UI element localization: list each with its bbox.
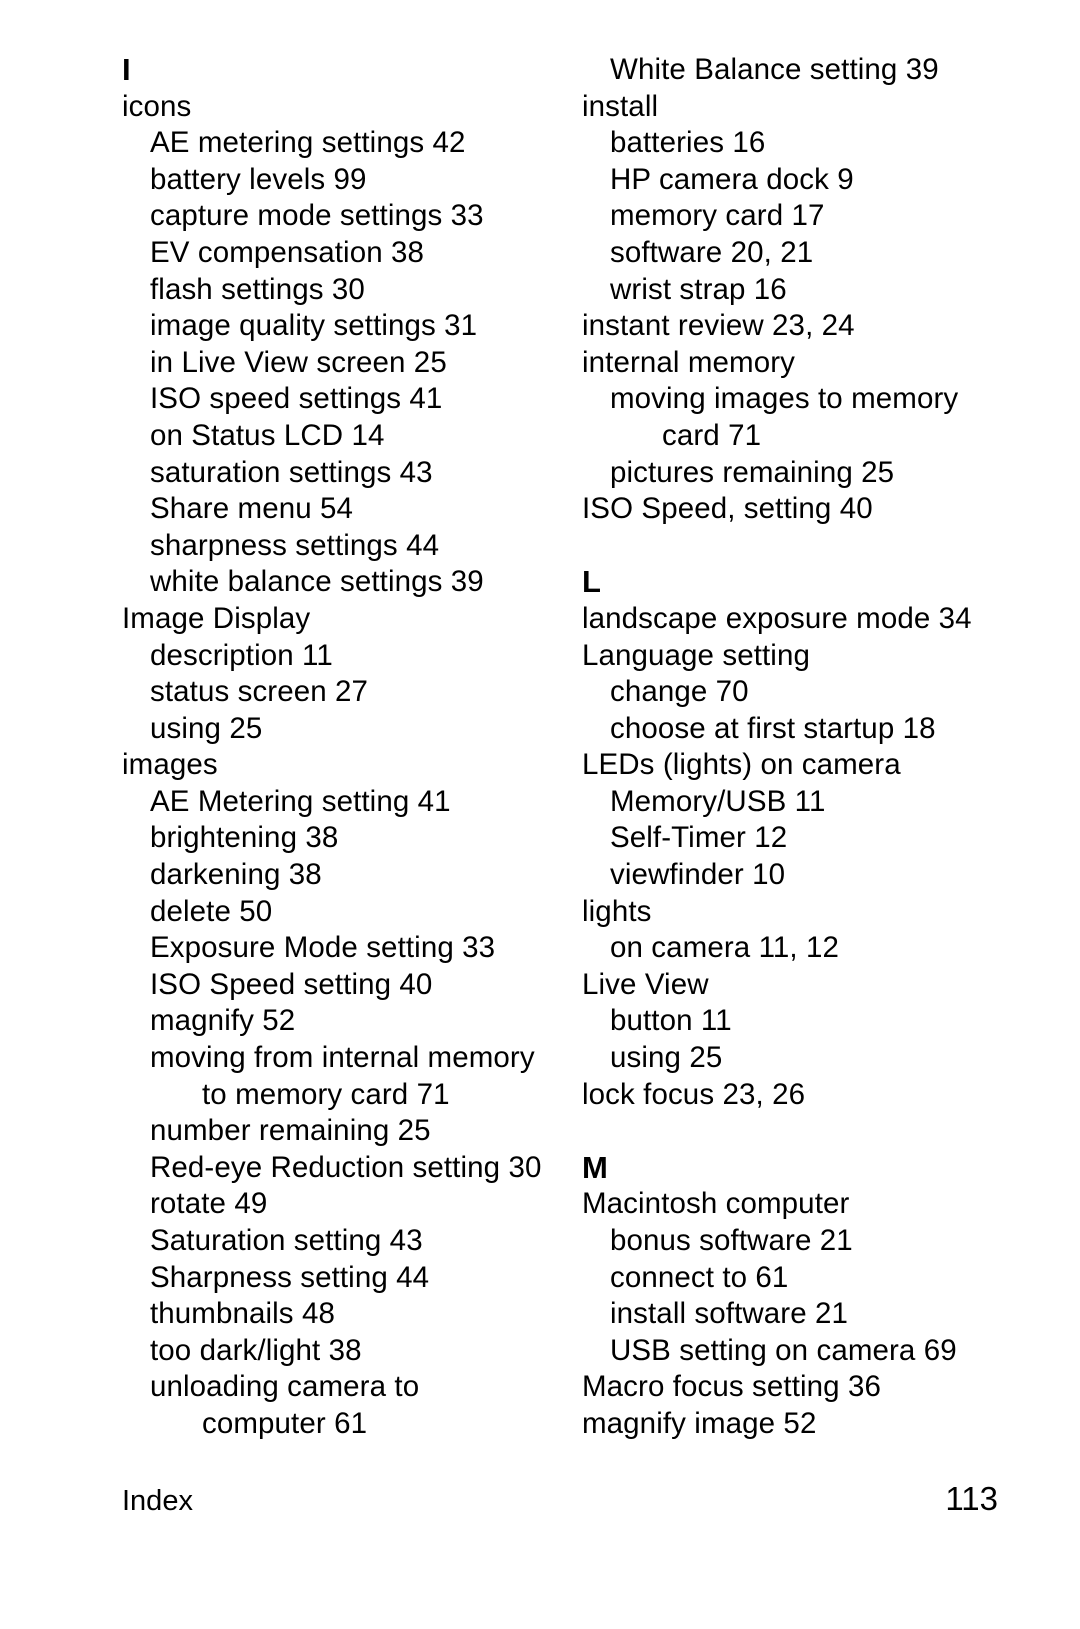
index-subentry: using 25 xyxy=(610,1041,723,1075)
index-subentry: unloading camera to xyxy=(150,1370,420,1404)
index-entry: install xyxy=(582,89,659,123)
footer-page-number: 113 xyxy=(945,1480,998,1517)
index-subentry: moving from internal memory xyxy=(150,1041,535,1075)
index-subentry: number remaining 25 xyxy=(150,1114,431,1148)
index-subentry: flash settings 30 xyxy=(150,272,365,306)
index-subentry: Exposure Mode setting 33 xyxy=(150,931,496,965)
index-subentry: memory card 17 xyxy=(610,199,825,233)
index-subentry: Saturation setting 43 xyxy=(150,1224,423,1257)
index-subentry: moving images to memory xyxy=(610,382,959,416)
index-subentry: Sharpness setting 44 xyxy=(150,1260,430,1294)
index-entry: internal memory xyxy=(582,345,795,379)
index-subentry: image quality settings 31 xyxy=(150,309,478,343)
footer-section-label: Index xyxy=(122,1485,193,1517)
index-subentry: on Status LCD 14 xyxy=(150,418,385,452)
index-subentry: install software 21 xyxy=(610,1297,849,1331)
index-subentry: magnify 52 xyxy=(150,1004,296,1038)
index-entry: ISO Speed, setting 40 xyxy=(582,492,873,526)
index-subentry: viewfinder 10 xyxy=(610,858,786,892)
index-subentry: choose at first startup 18 xyxy=(610,711,936,745)
index-subentry: pictures remaining 25 xyxy=(610,455,895,489)
index-subentry: HP camera dock 9 xyxy=(610,162,854,196)
index-entry: LEDs (lights) on camera xyxy=(582,748,901,782)
index-subentry: Memory/USB 11 xyxy=(610,784,826,818)
index-subentry: change 70 xyxy=(610,675,749,709)
index-subentry: in Live View screen 25 xyxy=(150,345,447,379)
index-subentry: capture mode settings 33 xyxy=(150,199,484,233)
index-entry: landscape exposure mode 34 xyxy=(582,601,972,635)
index-page: Iicons AE metering settings 42 battery lev… xyxy=(0,0,1080,1629)
index-subentry: description 11 xyxy=(150,638,333,672)
index-entry: Macintosh computer xyxy=(582,1187,850,1221)
index-subentry: AE Metering setting 41 xyxy=(150,784,451,818)
index-section-letter: I xyxy=(122,52,131,87)
index-subentry: too dark/light 38 xyxy=(150,1333,362,1367)
index-subentry: using 25 xyxy=(150,711,263,745)
index-subentry: sharpness settings 44 xyxy=(150,528,440,562)
index-entry: Language setting xyxy=(582,638,810,672)
index-columns: Iicons AE metering settings 42 battery lev… xyxy=(0,0,1080,1470)
index-entry: magnify image 52 xyxy=(582,1406,817,1440)
index-subentry: White Balance setting 39 xyxy=(610,53,939,86)
index-subentry: EV compensation 38 xyxy=(150,235,425,269)
index-subentry: Share menu 54 xyxy=(150,492,354,526)
index-subentry: connect to 61 xyxy=(610,1260,789,1294)
index-subentry: card 71 xyxy=(662,418,762,452)
index-entry: Live View xyxy=(582,967,709,1001)
index-subentry: batteries 16 xyxy=(610,126,766,160)
index-subentry: USB setting on camera 69 xyxy=(610,1333,957,1367)
index-subentry: ISO Speed setting 40 xyxy=(150,967,433,1001)
index-subentry: rotate 49 xyxy=(150,1187,268,1221)
index-column-left: Iicons AE metering settings 42 battery lev… xyxy=(122,52,552,1443)
index-subentry: darkening 38 xyxy=(150,858,322,892)
index-subentry: button 11 xyxy=(610,1004,732,1038)
index-subentry: to memory card 71 xyxy=(202,1077,450,1111)
index-subentry: AE metering settings 42 xyxy=(150,126,466,160)
index-entry: instant review 23, 24 xyxy=(582,309,855,343)
index-entry: Macro focus setting 36 xyxy=(582,1370,881,1404)
index-subentry: wrist strap 16 xyxy=(610,272,787,306)
index-entry: Image Display xyxy=(122,601,311,635)
index-section-letter: M xyxy=(582,1149,608,1185)
index-subentry: ISO speed settings 41 xyxy=(150,382,443,416)
index-subentry: computer 61 xyxy=(202,1406,368,1440)
index-entry: lock focus 23, 26 xyxy=(582,1077,806,1111)
index-subentry: Red-eye Reduction setting 30 xyxy=(150,1150,542,1184)
index-entry: images xyxy=(122,748,218,782)
index-column-right: White Balance setting 39 install batteries… xyxy=(582,52,1012,1443)
index-entry: lights xyxy=(582,894,652,928)
index-subentry: Self-Timer 12 xyxy=(610,821,788,855)
index-subentry: battery levels 99 xyxy=(150,162,367,196)
index-subentry: delete 50 xyxy=(150,894,273,928)
index-subentry: saturation settings 43 xyxy=(150,455,433,489)
index-section-letter: L xyxy=(582,564,601,600)
index-entry: icons xyxy=(122,89,192,123)
index-subentry: on camera 11, 12 xyxy=(610,931,840,965)
index-subentry: status screen 27 xyxy=(150,675,369,709)
page-footer: Index 113 xyxy=(122,1482,998,1518)
index-subentry: brightening 38 xyxy=(150,821,339,855)
index-subentry: thumbnails 48 xyxy=(150,1297,335,1331)
index-subentry: bonus software 21 xyxy=(610,1224,853,1257)
index-subentry: white balance settings 39 xyxy=(150,565,484,599)
index-subentry: software 20, 21 xyxy=(610,235,814,269)
